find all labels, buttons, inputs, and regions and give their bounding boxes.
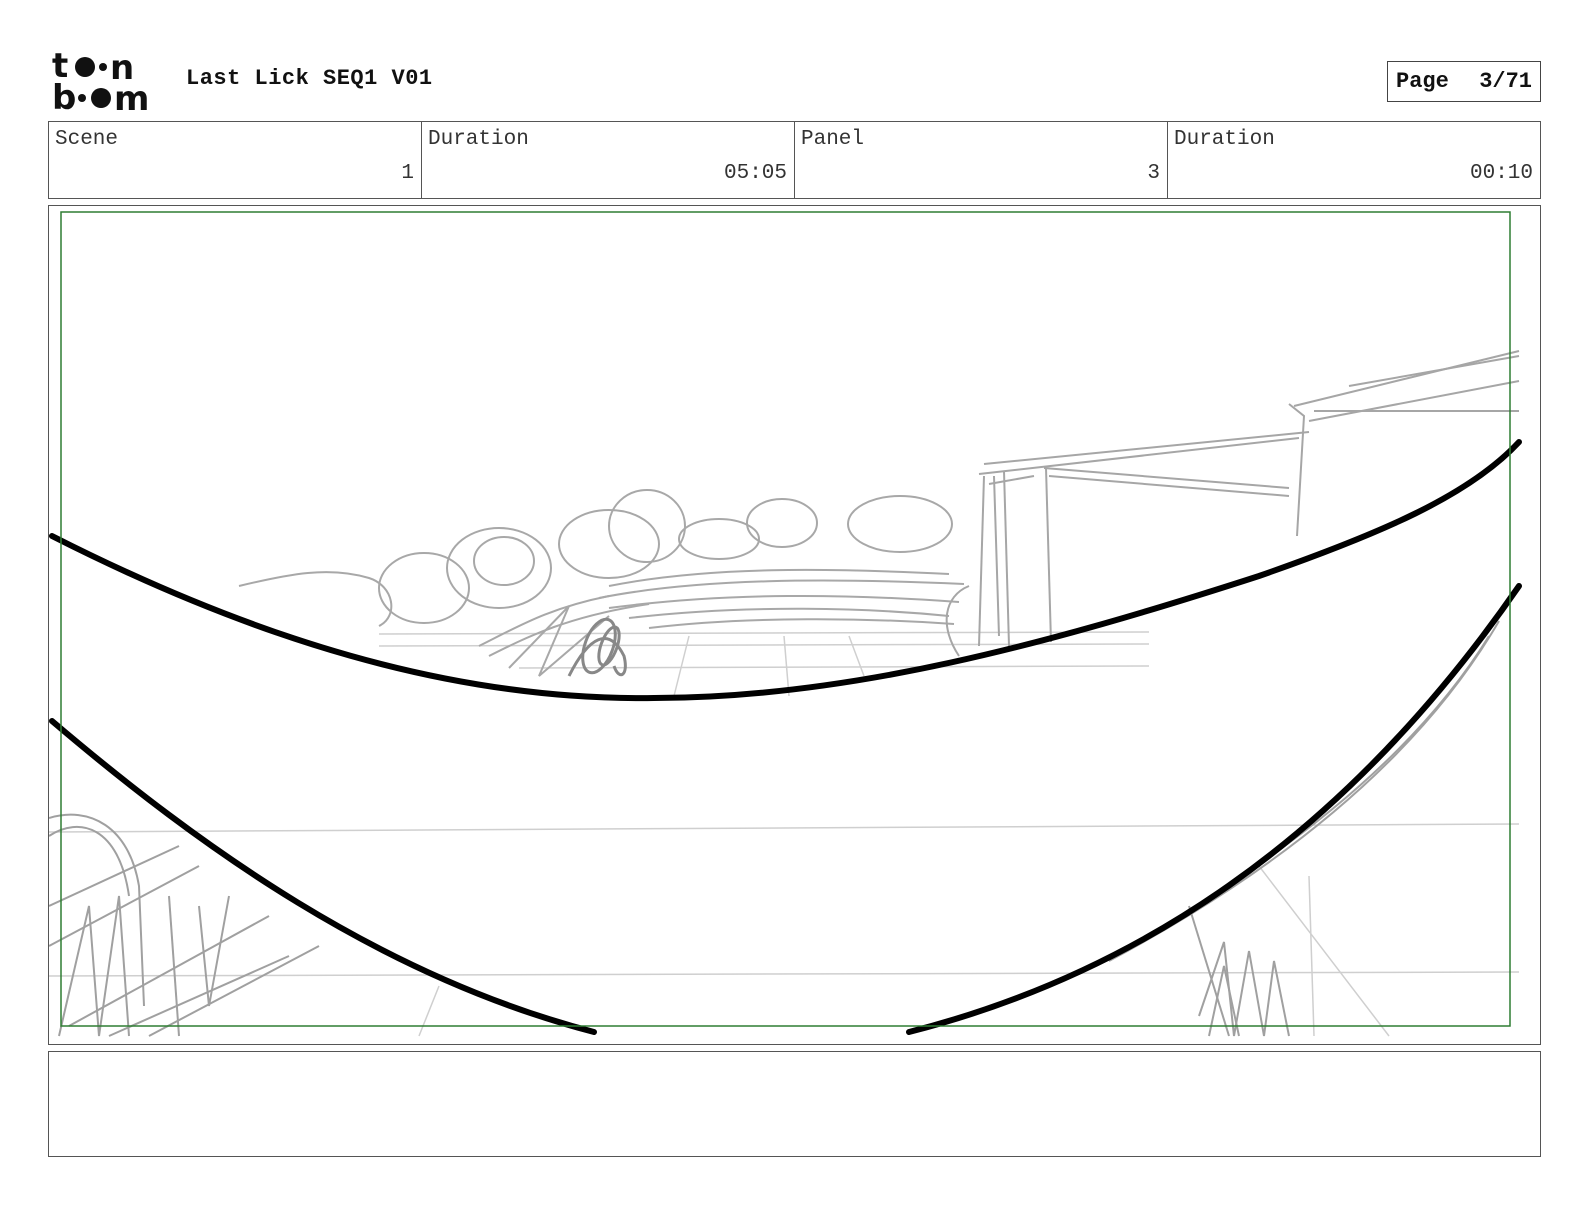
toon-boom-logo: t n b m [52,50,166,112]
grass-left-sketch [49,813,320,1037]
svg-text:m: m [114,79,149,112]
scene-cell: Scene 1 [49,122,422,198]
panel-cell: Panel 3 [795,122,1168,198]
storyboard-panel [48,205,1541,1045]
scene-duration-cell: Duration 05:05 [422,122,795,198]
scene-value: 1 [401,162,414,185]
scene-label: Scene [55,128,119,151]
panel-label: Panel [801,128,865,151]
panel-duration-value: 00:10 [1469,162,1533,185]
scene-duration-label: Duration [428,128,529,151]
panel-duration-label: Duration [1174,128,1275,151]
scene-duration-value: 05:05 [723,162,787,185]
panel-info-table: Scene 1 Duration 05:05 Panel 3 Duration … [48,121,1541,199]
document-title: Last Lick SEQ1 V01 [186,66,433,91]
panel-notes-box[interactable] [48,1051,1541,1157]
page-indicator: Page 3/71 [1387,61,1541,102]
panel-value: 3 [1147,162,1160,185]
page-label: Page [1396,69,1449,94]
ink-curves [49,439,1522,1035]
svg-text:b: b [52,78,76,112]
panel-duration-cell: Duration 00:10 [1168,122,1540,198]
panel-drawing [49,211,1522,1037]
page-number: 3/71 [1479,69,1532,94]
